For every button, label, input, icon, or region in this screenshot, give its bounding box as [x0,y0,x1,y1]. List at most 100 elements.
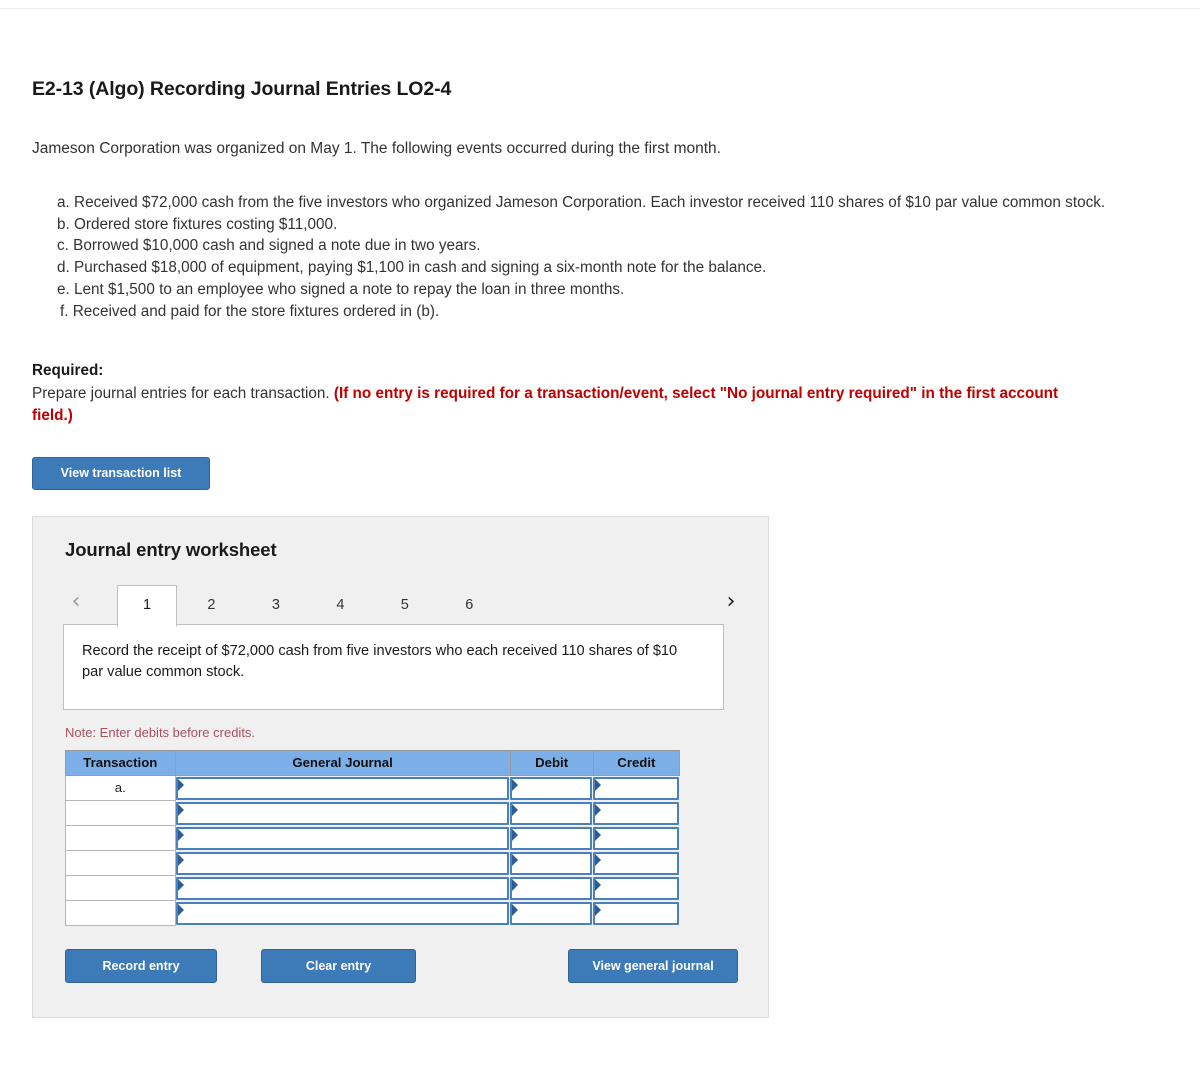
transaction-cell: a. [65,774,176,802]
debits-before-credits-note: Note: Enter debits before credits. [65,724,256,740]
transaction-cell [65,800,176,827]
chevron-right-icon[interactable]: › [720,587,742,617]
credit-field-1[interactable] [593,776,679,800]
list-item: f. Received and paid for the store fixtu… [32,301,1200,323]
general-journal-input-5[interactable] [175,876,510,901]
transaction-cell [65,850,176,877]
worksheet-prompt-box: Record the receipt of $72,000 cash from … [63,623,724,710]
table-row: a. [65,774,680,802]
required-section: Required: Prepare journal entries for ea… [32,362,1200,426]
tab-4[interactable]: 4 [310,586,370,626]
table-row [65,825,680,852]
worksheet-tabs: 1 2 3 4 5 6 [117,584,499,627]
credit-field-6[interactable] [593,901,679,925]
table-row [65,875,680,902]
transaction-cell [65,900,176,927]
general-journal-input-3[interactable] [175,826,510,851]
journal-entry-table: Transaction General Journal Debit Credit… [65,749,681,927]
column-header-credit: Credit [592,749,681,776]
chevron-left-icon[interactable]: ‹ [65,587,87,617]
general-journal-input-2[interactable] [175,801,510,826]
event-letter: c. [57,237,69,255]
debit-field-3[interactable] [510,826,593,850]
transaction-cell [65,825,176,852]
debit-input-1[interactable] [510,775,593,801]
worksheet-tabstrip: ‹ 1 2 3 4 5 6 › [65,584,738,627]
credit-field-2[interactable] [593,801,679,825]
list-item: b. Ordered store fixtures costing $11,00… [32,214,1200,236]
clear-entry-button[interactable]: Clear entry [261,949,416,984]
credit-input-3[interactable] [593,826,679,851]
debit-input-2[interactable] [510,801,593,826]
top-divider [0,8,1200,9]
account-select-4[interactable] [175,851,509,875]
table-header-row: Transaction General Journal Debit Credit [65,749,681,776]
credit-field-4[interactable] [593,851,679,875]
tab-2[interactable]: 2 [181,586,241,626]
credit-input-6[interactable] [593,901,679,926]
event-text: Lent $1,500 to an employee who signed a … [74,280,625,298]
event-text: Received and paid for the store fixtures… [72,302,440,320]
event-letter: f. [60,302,69,320]
intro-paragraph: Jameson Corporation was organized on May… [32,140,721,157]
credit-input-1[interactable] [593,775,679,801]
debit-input-5[interactable] [510,876,593,901]
event-text: Borrowed $10,000 cash and signed a note … [73,237,481,255]
tab-6[interactable]: 6 [439,586,499,626]
credit-field-3[interactable] [593,826,679,850]
record-entry-button[interactable]: Record entry [65,949,217,984]
debit-field-1[interactable] [510,776,593,800]
required-text: Prepare journal entries for each transac… [32,383,1077,426]
worksheet-actions: Record entry Clear entry View general jo… [65,949,738,984]
worksheet-prompt-text: Record the receipt of $72,000 cash from … [82,642,678,680]
table-row [65,800,680,827]
exercise-page: E2-13 (Algo) Recording Journal Entries L… [0,0,1200,1018]
account-select-3[interactable] [175,826,509,850]
column-header-transaction: Transaction [65,749,176,776]
list-item: e. Lent $1,500 to an employee who signed… [32,279,1200,301]
tab-1[interactable]: 1 [117,584,177,627]
table-row [65,850,680,877]
account-select-2[interactable] [175,801,509,825]
account-select-5[interactable] [175,876,509,900]
column-header-general-journal: General Journal [174,749,511,776]
event-text: Purchased $18,000 of equipment, paying $… [74,259,767,277]
page-title: E2-13 (Algo) Recording Journal Entries L… [32,78,452,100]
column-header-debit: Debit [509,749,594,776]
credit-input-2[interactable] [593,801,679,826]
credit-input-5[interactable] [593,876,679,901]
event-text: Ordered store fixtures costing $11,000. [74,215,338,233]
credit-input-4[interactable] [593,851,679,876]
events-list: a. Received $72,000 cash from the five i… [32,192,1200,322]
event-letter: b. [57,215,70,233]
event-letter: d. [57,259,70,277]
account-select-1[interactable] [175,776,509,800]
transaction-cell [65,875,176,902]
general-journal-input-6[interactable] [175,901,510,926]
event-letter: e. [57,280,70,298]
credit-field-5[interactable] [593,876,679,900]
view-transaction-list-button[interactable]: View transaction list [32,456,210,490]
worksheet-title: Journal entry worksheet [65,538,277,560]
list-item: c. Borrowed $10,000 cash and signed a no… [32,235,1200,257]
debit-field-2[interactable] [510,801,593,825]
event-letter: a. [57,193,70,211]
debit-field-5[interactable] [510,876,593,900]
general-journal-input-4[interactable] [175,851,510,876]
journal-entry-worksheet-panel: Journal entry worksheet ‹ 1 2 3 4 5 6 › … [32,515,769,1018]
debit-input-4[interactable] [510,851,593,876]
view-general-journal-button[interactable]: View general journal [568,949,738,984]
required-label: Required: [32,362,104,380]
list-item: d. Purchased $18,000 of equipment, payin… [32,257,1200,279]
tab-5[interactable]: 5 [375,586,435,626]
event-text: Received $72,000 cash from the five inve… [74,193,1106,211]
debit-input-3[interactable] [510,826,593,851]
debit-input-6[interactable] [510,901,593,926]
tab-3[interactable]: 3 [246,586,306,626]
debit-field-4[interactable] [510,851,593,875]
required-text-plain: Prepare journal entries for each transac… [32,385,330,403]
table-row [65,900,680,927]
general-journal-input-1[interactable] [175,775,510,801]
debit-field-6[interactable] [510,901,593,925]
account-select-6[interactable] [175,901,509,925]
